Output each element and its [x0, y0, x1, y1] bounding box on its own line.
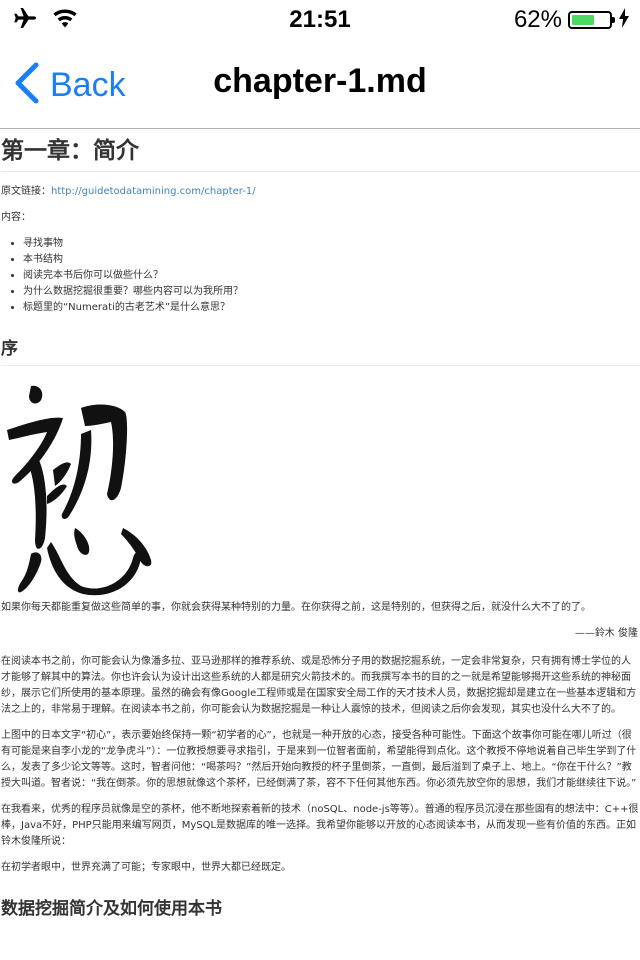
- status-right: 62%: [514, 6, 630, 34]
- calligraphy-image: [1, 378, 640, 608]
- toc-item: 为什么数据挖掘很重要？哪些内容可以为我所用？: [23, 284, 640, 300]
- quote-text: 如果你每天都能重复做这些简单的事，你就会获得某种特别的力量。在你获得之前，这是特…: [1, 602, 591, 613]
- battery-percent: 62%: [513, 6, 562, 33]
- navigation-bar: Back chapter-1.md: [0, 40, 640, 129]
- preface-heading: 序: [1, 334, 640, 366]
- toc-item: 阅读完本书后你可以做些什么？: [23, 268, 640, 284]
- paragraph: 在我看来，优秀的程序员就像是空的茶杯，他不断地探索着新的技术（noSQL、nod…: [1, 804, 639, 847]
- paragraph: 上图中的日本文字“初心”，表示要始终保持一颗“初学者的心”，也就是一种开放的心态…: [1, 730, 637, 789]
- toc-item: 标题里的“Numerati的古老艺术”是什么意思？: [23, 300, 640, 316]
- toc-list: 寻找事物 本书结构 阅读完本书后你可以做些什么？ 为什么数据挖掘很重要？哪些内容…: [1, 236, 640, 316]
- page-title: chapter-1.md: [213, 62, 427, 100]
- chapter-heading: 第一章：简介: [1, 129, 640, 172]
- quote-author: ——鈴木 俊隆: [574, 628, 638, 639]
- section-heading: 数据挖掘简介及如何使用本书: [1, 899, 222, 919]
- markdown-content[interactable]: 第一章：简介 原文链接：http://guidetodatamining.com…: [0, 129, 640, 960]
- source-line: 原文链接：http://guidetodatamining.com/chapte…: [1, 184, 640, 200]
- toc-item: 寻找事物: [23, 236, 640, 252]
- paragraph: 在阅读本书之前，你可能会认为像潘多拉、亚马逊那样的推荐系统、或是恐怖分子用的数据…: [1, 656, 637, 715]
- source-link[interactable]: http://guidetodatamining.com/chapter-1/: [51, 186, 256, 197]
- battery-icon: [568, 11, 615, 29]
- status-bar: 21:51 62%: [0, 0, 640, 40]
- toc-item: 本书结构: [23, 252, 640, 268]
- battery-fill: [572, 15, 595, 25]
- source-label: 原文链接：: [1, 186, 51, 197]
- charging-icon: [618, 8, 630, 32]
- paragraph: 在初学者眼中，世界充满了可能；专家眼中，世界大都已经既定。: [1, 862, 291, 873]
- contents-label: 内容：: [1, 212, 31, 223]
